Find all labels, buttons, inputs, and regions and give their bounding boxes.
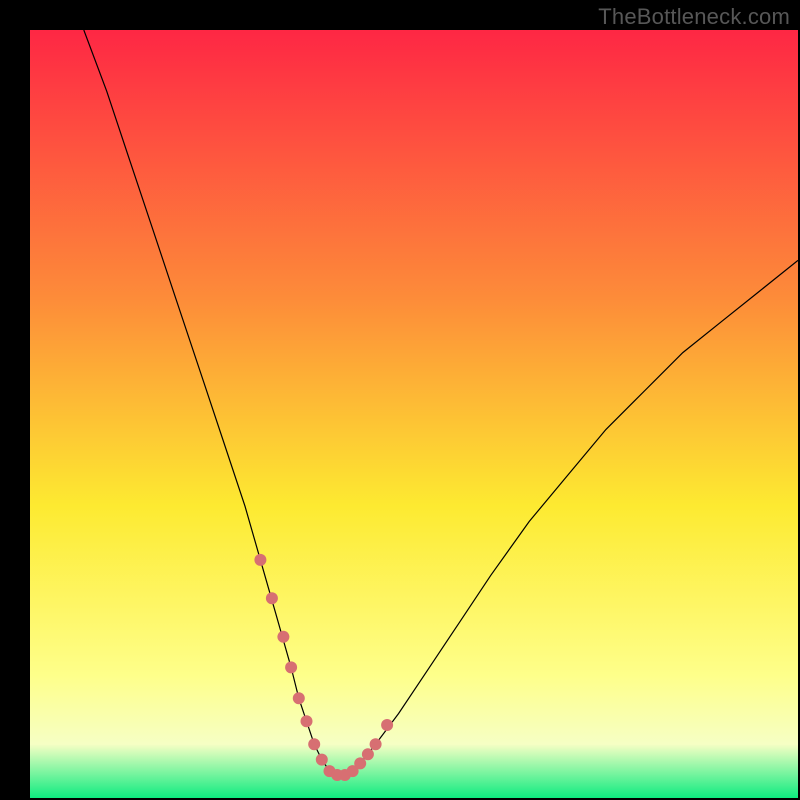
highlight-dot xyxy=(293,692,305,704)
highlight-dot xyxy=(354,757,366,769)
highlight-dot xyxy=(277,631,289,643)
highlight-dot xyxy=(308,738,320,750)
highlight-dot xyxy=(254,554,266,566)
highlight-dot xyxy=(266,592,278,604)
highlight-dot xyxy=(370,738,382,750)
watermark-text: TheBottleneck.com xyxy=(598,4,790,30)
highlight-dot xyxy=(381,719,393,731)
bottleneck-chart-svg xyxy=(30,30,798,798)
highlight-dot xyxy=(316,754,328,766)
highlight-dot xyxy=(362,748,374,760)
highlight-dot xyxy=(301,715,313,727)
plot-area xyxy=(30,30,798,798)
chart-frame: TheBottleneck.com xyxy=(0,0,800,800)
gradient-background xyxy=(30,30,798,798)
highlight-dot xyxy=(285,661,297,673)
